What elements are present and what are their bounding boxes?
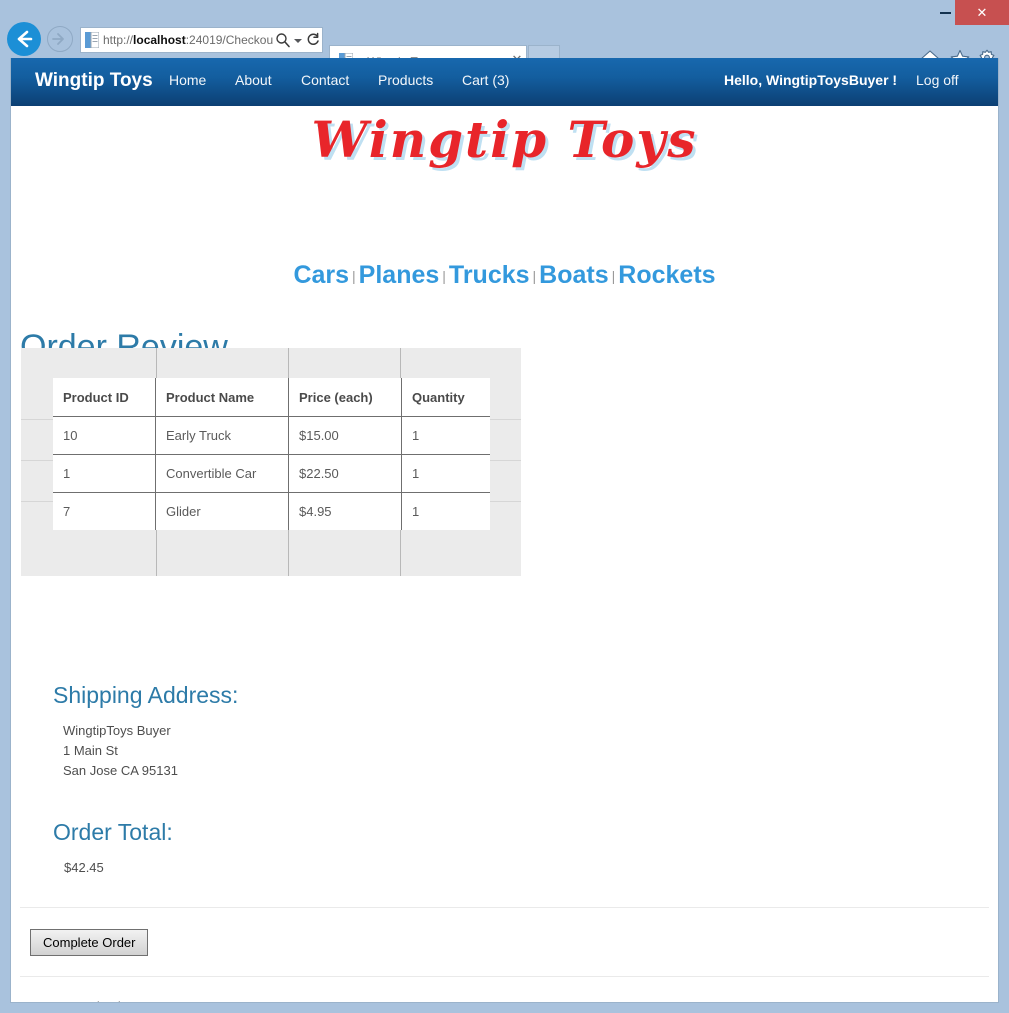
footer-divider: [20, 976, 989, 977]
column-header-product-name: Product Name: [155, 378, 289, 417]
cell-price: $15.00: [288, 416, 402, 455]
nav-item-home[interactable]: Home: [169, 72, 206, 88]
category-links: Cars | Planes | Trucks | Boats | Rockets: [11, 261, 998, 290]
cell-product-id: 7: [53, 492, 156, 530]
category-link-cars[interactable]: Cars: [293, 261, 349, 289]
site-logo: Wingtip Toys: [311, 110, 698, 169]
cell-product-name: Glider: [155, 492, 289, 530]
nav-item-cart[interactable]: Cart (3): [462, 72, 509, 88]
cell-product-name: Convertible Car: [155, 454, 289, 493]
nav-item-products[interactable]: Products: [378, 72, 433, 88]
category-link-rockets[interactable]: Rockets: [618, 261, 715, 289]
forward-arrow-icon: [52, 33, 64, 45]
chevron-down-icon[interactable]: [294, 39, 302, 43]
category-separator: |: [532, 268, 537, 284]
complete-order-button[interactable]: Complete Order: [30, 929, 149, 956]
order-total-heading: Order Total:: [53, 819, 173, 846]
address-bar[interactable]: http://localhost:24019/Checkou: [80, 27, 323, 53]
minimize-icon: [940, 12, 951, 14]
site-brand[interactable]: Wingtip Toys: [35, 70, 153, 92]
browser-toolbar: http://localhost:24019/Checkou - Wingtip…: [0, 20, 1009, 78]
window-titlebar: ✕: [0, 0, 1009, 25]
cell-quantity: 1: [401, 416, 490, 455]
addr-protocol: http://: [103, 33, 134, 47]
shipping-address-block: WingtipToys Buyer 1 Main St San Jose CA …: [63, 721, 178, 781]
page-icon: [85, 32, 99, 48]
shipping-address-heading: Shipping Address:: [53, 682, 239, 709]
cell-quantity: 1: [401, 492, 490, 530]
footer-copyright: © 2013 - Wingtip Toys: [31, 999, 158, 1002]
section-divider: [20, 907, 989, 908]
user-greeting[interactable]: Hello, WingtipToysBuyer !: [724, 72, 897, 88]
cell-product-id: 10: [53, 416, 156, 455]
category-link-trucks[interactable]: Trucks: [449, 261, 530, 289]
nav-item-contact[interactable]: Contact: [301, 72, 349, 88]
table-row: 1 Convertible Car $22.50 1: [53, 454, 490, 493]
back-button[interactable]: [7, 22, 41, 56]
table-row: 10 Early Truck $15.00 1: [53, 416, 490, 455]
addr-host: localhost: [133, 33, 186, 47]
category-link-boats[interactable]: Boats: [539, 261, 608, 289]
browser-window: ✕ http://localhost:24019/Checkou Wingtip…: [0, 0, 1009, 1013]
site-navbar: Wingtip Toys Home About Contact Products…: [11, 58, 998, 106]
category-link-planes[interactable]: Planes: [359, 261, 440, 289]
search-icon[interactable]: [275, 32, 291, 48]
address-name: WingtipToys Buyer: [63, 723, 171, 738]
logoff-link[interactable]: Log off: [916, 72, 959, 88]
refresh-icon[interactable]: [305, 32, 321, 48]
address-city-state-zip: San Jose CA 95131: [63, 763, 178, 778]
column-header-quantity: Quantity: [401, 378, 490, 417]
addr-path: :24019/Checkou: [185, 33, 274, 47]
cell-quantity: 1: [401, 454, 490, 493]
category-separator: |: [611, 268, 616, 284]
cell-price: $22.50: [288, 454, 402, 493]
nav-item-about[interactable]: About: [235, 72, 272, 88]
table-header-row: Product ID Product Name Price (each) Qua…: [53, 378, 490, 417]
column-header-product-id: Product ID: [53, 378, 156, 417]
address-street: 1 Main St: [63, 743, 118, 758]
cell-product-id: 1: [53, 454, 156, 493]
page-viewport: Wingtip Toys Home About Contact Products…: [10, 58, 999, 1003]
address-text[interactable]: http://localhost:24019/Checkou: [103, 32, 278, 49]
back-arrow-icon: [17, 30, 33, 48]
products-grid-container: Product ID Product Name Price (each) Qua…: [21, 348, 521, 576]
table-row: 7 Glider $4.95 1: [53, 492, 490, 530]
products-table: Product ID Product Name Price (each) Qua…: [53, 378, 490, 530]
cell-product-name: Early Truck: [155, 416, 289, 455]
column-header-price: Price (each): [288, 378, 402, 417]
order-total-amount: $42.45: [64, 860, 104, 875]
category-separator: |: [442, 268, 446, 284]
forward-button[interactable]: [47, 26, 73, 52]
category-separator: |: [352, 268, 356, 284]
cell-price: $4.95: [288, 492, 402, 530]
